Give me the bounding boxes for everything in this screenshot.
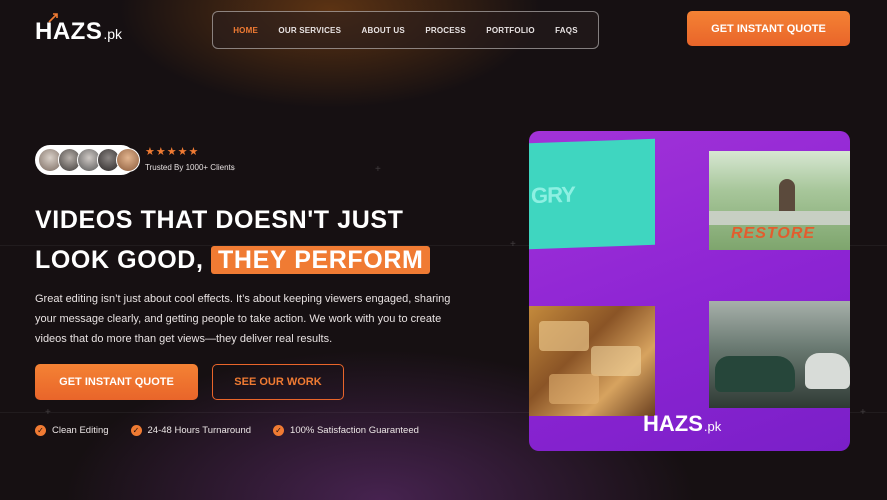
white-car: [805, 353, 850, 389]
main-nav: HOME OUR SERVICES ABOUT US PROCESS PORTF…: [212, 11, 599, 49]
nav-item-faqs[interactable]: FAQS: [555, 26, 578, 35]
rating-stars: ★★★★★: [145, 146, 200, 158]
logo-domain: .pk: [103, 26, 123, 42]
rocket-icon: [48, 13, 58, 23]
food-thumbnail: [529, 306, 655, 416]
nav-item-portfolio[interactable]: PORTFOLIO: [486, 26, 534, 35]
logo-text: HAZS: [35, 18, 103, 45]
feature-item: ✓ Clean Editing: [35, 425, 109, 436]
nav-item-process[interactable]: PROCESS: [425, 26, 466, 35]
food-item: [591, 346, 641, 376]
feature-label: 100% Satisfaction Guaranteed: [290, 425, 419, 436]
avatar: [116, 148, 140, 172]
feature-item: ✓ 100% Satisfaction Guaranteed: [273, 425, 419, 436]
feature-label: Clean Editing: [52, 425, 109, 436]
headline-line-1: VIDEOS THAT DOESN'T JUST: [35, 206, 404, 234]
teal-thumbnail: GRY: [529, 138, 655, 250]
see-our-work-button[interactable]: SEE OUR WORK: [212, 364, 344, 400]
trusted-text: Trusted By 1000+ Clients: [145, 163, 235, 172]
restore-overlay-text: RESTORE: [731, 225, 816, 242]
sparkle-icon: +: [375, 164, 381, 175]
feature-item: ✓ 24-48 Hours Turnaround: [130, 425, 252, 436]
cars-thumbnail: [709, 301, 850, 408]
check-circle-icon: ✓: [35, 425, 46, 436]
feature-list: ✓ Clean Editing ✓ 24-48 Hours Turnaround…: [35, 425, 419, 436]
header-quote-button[interactable]: GET INSTANT QUOTE: [687, 11, 850, 46]
thumbnail-text: GRY: [531, 181, 575, 209]
client-avatars: [35, 145, 140, 175]
media-watermark-logo: HAZS .pk: [643, 411, 721, 437]
headline-line-2-text: LOOK GOOD,: [35, 246, 204, 274]
sparkle-icon: +: [510, 239, 516, 250]
headline-accent: THEY PERFORM: [211, 246, 431, 274]
food-item: [539, 321, 589, 351]
nav-item-home[interactable]: HOME: [233, 26, 258, 35]
food-item: [549, 374, 599, 404]
wall-shape: [709, 211, 850, 225]
headline-line-2: LOOK GOOD, THEY PERFORM: [35, 240, 485, 280]
street-thumbnail: RESTORE: [709, 151, 850, 250]
watermark-text: HAZS: [643, 411, 703, 436]
portfolio-video-preview[interactable]: GRY RESTORE HAZS .pk: [529, 131, 850, 451]
feature-label: 24-48 Hours Turnaround: [147, 425, 252, 436]
check-circle-icon: ✓: [273, 425, 285, 436]
nav-item-our-services[interactable]: OUR SERVICES: [278, 26, 341, 35]
brand-logo[interactable]: HAZS .pk: [35, 13, 123, 46]
sparkle-icon: +: [45, 407, 51, 418]
hero-description: Great editing isn’t just about cool effe…: [35, 293, 451, 345]
green-car: [715, 356, 795, 392]
sparkle-icon: +: [860, 407, 866, 418]
hero-quote-button[interactable]: GET INSTANT QUOTE: [35, 364, 198, 400]
check-circle-icon: ✓: [130, 425, 142, 436]
nav-item-about-us[interactable]: ABOUT US: [362, 26, 405, 35]
hero-headline: VIDEOS THAT DOESN'T JUST LOOK GOOD, THEY…: [35, 200, 485, 280]
watermark-domain: .pk: [703, 419, 722, 434]
